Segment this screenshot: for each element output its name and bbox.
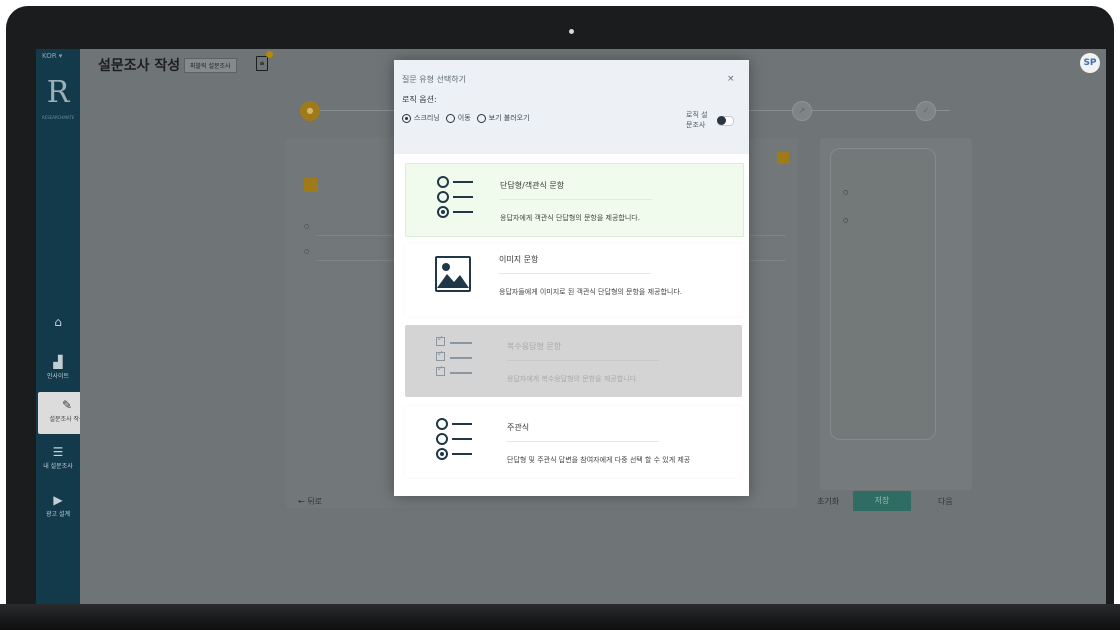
divider: [499, 273, 651, 274]
phone-screen: ○ ○: [830, 148, 936, 440]
chart-icon: ▟: [53, 355, 63, 369]
radio-load-options[interactable]: 보기 불러오기: [476, 113, 530, 123]
question-type-multiple-response[interactable]: 복수응답형 문항 응답자에게 복수응답형의 문항을 제공합니다.: [405, 325, 742, 397]
divider: [500, 199, 652, 200]
option-row[interactable]: ○: [304, 248, 309, 255]
logic-survey-label: 로직 설문조사: [686, 111, 708, 129]
radio-label: 보기 불러오기: [488, 114, 530, 122]
question-tag-icon: [777, 152, 789, 164]
question-type-modal: 질문 유형 선택하기 × 로직 옵션: 스크리닝 이동 보기 불러오기 로직 설…: [394, 60, 749, 496]
modal-header: 질문 유형 선택하기 × 로직 옵션: 스크리닝 이동 보기 불러오기 로직 설…: [394, 60, 749, 154]
question-type-desc: 응답자에게 객관식 단답형의 문항을 제공합니다.: [500, 214, 640, 222]
phone-preview: ○ ○: [820, 138, 972, 490]
preview-option: ○: [843, 189, 849, 196]
question-type-desc: 응답자들에게 이미지로 된 객관식 단답형의 문항을 제공합니다.: [499, 288, 683, 296]
question-type-open-ended[interactable]: 주관식 단답형 및 주관식 답변을 참여자에게 다중 선택 할 수 있게 제공: [405, 406, 742, 478]
question-type-desc: 단답형 및 주관식 답변을 참여자에게 다중 선택 할 수 있게 제공: [507, 456, 691, 464]
document-icon[interactable]: ≡: [256, 56, 268, 71]
reset-button[interactable]: 초기화: [817, 496, 839, 507]
radio-label: 이동: [457, 114, 471, 122]
question-type-desc: 응답자에게 복수응답형의 문항을 제공합니다.: [507, 375, 639, 383]
page-title: 설문조사 작성: [98, 58, 181, 74]
notification-dot: [266, 51, 273, 58]
checkbox-list-icon: [436, 334, 476, 385]
logic-survey-toggle[interactable]: [717, 116, 734, 126]
laptop-base: [0, 604, 1120, 630]
camera-dot: [569, 29, 574, 34]
save-button[interactable]: 저장: [853, 491, 911, 511]
sidebar-item-home[interactable]: ⌂: [36, 315, 80, 331]
sidebar-item-label: 광고 설계: [46, 511, 70, 518]
back-button[interactable]: ← 뒤로: [298, 496, 322, 507]
option-row[interactable]: ○: [304, 223, 309, 230]
app-logo: R: [46, 75, 70, 110]
question-type-image[interactable]: 이미지 문항 응답자들에게 이미지로 된 객관식 단답형의 문항을 제공합니다.: [405, 244, 742, 316]
app-logo-subtitle: RESEARCHMATE: [41, 115, 75, 120]
radio-icon: [402, 113, 411, 123]
question-number-badge: [304, 178, 318, 192]
laptop-frame: KOR ▾ R RESEARCHMATE ⌂ ▟ 인사이트 ✎ 설문조사 작성 …: [6, 6, 1114, 630]
avatar[interactable]: SP: [1080, 53, 1100, 73]
sidebar-item-ad-design[interactable]: ▶ 광고 설계: [36, 493, 80, 518]
question-type-name: 단답형/객관식 문항: [500, 181, 565, 190]
modal-title: 질문 유형 선택하기: [402, 75, 466, 84]
question-type-single-choice[interactable]: 단답형/객관식 문항 응답자에게 객관식 단답형의 문항을 제공합니다.: [405, 163, 744, 237]
step-trend-icon[interactable]: ↗: [792, 101, 812, 121]
question-type-name: 주관식: [507, 423, 530, 432]
toggle-knob: [717, 116, 726, 125]
radio-icon: [476, 113, 486, 123]
radio-label: 스크리닝: [414, 114, 440, 122]
language-selector[interactable]: KOR ▾: [42, 52, 62, 60]
image-icon: [435, 256, 471, 292]
question-type-name: 이미지 문항: [499, 255, 539, 264]
radio-move[interactable]: 이동: [445, 113, 471, 123]
survey-type-badge[interactable]: 퍼블릭 설문조사: [184, 58, 237, 73]
question-type-name: 복수응답형 문항: [507, 342, 562, 351]
close-icon[interactable]: ×: [727, 74, 735, 84]
next-button[interactable]: 다음: [938, 496, 953, 507]
preview-option: ○: [843, 217, 849, 224]
sidebar-item-label: 인사이트: [46, 373, 70, 380]
app-sidebar: KOR ▾ R RESEARCHMATE ⌂ ▟ 인사이트 ✎ 설문조사 작성 …: [36, 49, 96, 610]
step-1-icon[interactable]: ●: [300, 101, 320, 121]
divider: [507, 360, 659, 361]
sidebar-item-my-surveys[interactable]: ☰ 내 설문조사: [36, 445, 80, 470]
logic-radio-group: 스크리닝 이동 보기 불러오기: [402, 113, 530, 123]
home-icon: ⌂: [54, 315, 62, 329]
video-icon: ▶: [53, 493, 63, 507]
step-check-icon[interactable]: ✓: [916, 101, 936, 121]
sidebar-item-insight[interactable]: ▟ 인사이트: [36, 355, 80, 380]
sidebar-item-label: 내 설문조사: [43, 463, 73, 470]
radio-list-icon: [437, 176, 477, 224]
logic-option-label: 로직 옵션:: [402, 95, 437, 104]
radio-list-icon: [436, 418, 476, 466]
radio-screening[interactable]: 스크리닝: [402, 113, 440, 123]
screen: KOR ▾ R RESEARCHMATE ⌂ ▟ 인사이트 ✎ 설문조사 작성 …: [36, 49, 1106, 610]
divider: [507, 441, 659, 442]
list-icon: ☰: [52, 445, 64, 459]
radio-icon: [445, 113, 455, 123]
